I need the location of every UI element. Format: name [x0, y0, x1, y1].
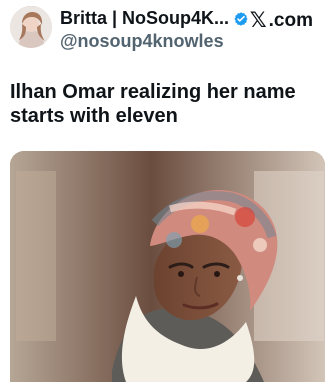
- verified-badge-icon: [234, 11, 248, 26]
- profile-avatar[interactable]: [10, 6, 52, 48]
- platform-logo: 𝕏 .com: [250, 8, 313, 33]
- platform-label: .com: [268, 9, 313, 31]
- user-handle[interactable]: @nosoup4knowles: [60, 31, 224, 52]
- author-name-row[interactable]: Britta | NoSoup4K...: [60, 8, 249, 29]
- display-name[interactable]: Britta | NoSoup4K...: [60, 8, 229, 29]
- post-text: Ilhan Omar realizing her name starts wit…: [10, 81, 296, 127]
- post-image[interactable]: [10, 151, 325, 382]
- x-logo-icon: 𝕏: [249, 9, 267, 32]
